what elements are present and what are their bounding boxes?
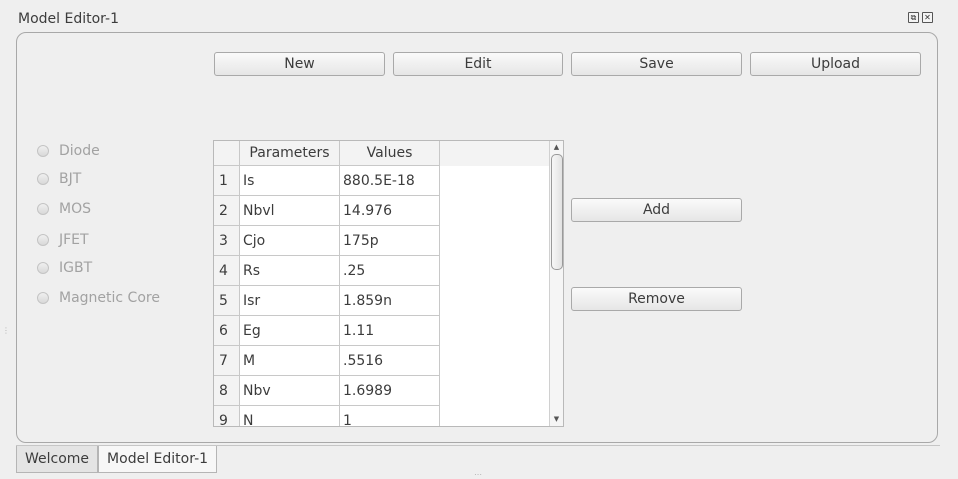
- radio-label: JFET: [59, 232, 89, 248]
- radio-magnetic-core[interactable]: Magnetic Core: [37, 290, 160, 306]
- radio-mos[interactable]: MOS: [37, 201, 91, 217]
- radio-label: IGBT: [59, 260, 93, 276]
- table-vertical-scrollbar[interactable]: ▲ ▼: [549, 141, 563, 426]
- table-row[interactable]: 5 Isr 1.859n: [214, 286, 440, 316]
- table-row[interactable]: 8 Nbv 1.6989: [214, 376, 440, 406]
- parameter-cell[interactable]: Isr: [240, 286, 340, 316]
- radio-label: MOS: [59, 201, 91, 217]
- tab-model-editor[interactable]: Model Editor-1: [98, 446, 218, 473]
- row-number: 9: [214, 406, 240, 426]
- table-row[interactable]: 3 Cjo 175p: [214, 226, 440, 256]
- radio-igbt[interactable]: IGBT: [37, 260, 92, 276]
- value-cell[interactable]: 1.11: [340, 316, 440, 346]
- row-number: 5: [214, 286, 240, 316]
- table-row[interactable]: 1 Is 880.5E-18: [214, 166, 440, 196]
- table-row[interactable]: 6 Eg 1.11: [214, 316, 440, 346]
- parameter-cell[interactable]: Cjo: [240, 226, 340, 256]
- parameter-cell[interactable]: Is: [240, 166, 340, 196]
- edit-button[interactable]: Edit: [393, 52, 563, 76]
- parameter-cell[interactable]: Rs: [240, 256, 340, 286]
- save-button[interactable]: Save: [571, 52, 742, 76]
- row-number: 1: [214, 166, 240, 196]
- parameter-cell[interactable]: Nbv: [240, 376, 340, 406]
- tab-bar: Welcome Model Editor-1: [16, 446, 218, 473]
- radio-label: Magnetic Core: [59, 290, 160, 306]
- table-row[interactable]: 7 M .5516: [214, 346, 440, 376]
- close-icon[interactable]: ✕: [922, 12, 933, 23]
- scroll-down-icon[interactable]: ▼: [551, 414, 562, 425]
- parameters-table[interactable]: Parameters Values 1 Is 880.5E-18 2 Nbvl …: [213, 140, 564, 427]
- value-cell[interactable]: 1.859n: [340, 286, 440, 316]
- row-number: 6: [214, 316, 240, 346]
- remove-button[interactable]: Remove: [571, 287, 742, 311]
- upload-button[interactable]: Upload: [750, 52, 921, 76]
- add-button[interactable]: Add: [571, 198, 742, 222]
- parameter-cell[interactable]: M: [240, 346, 340, 376]
- parameter-cell[interactable]: Nbvl: [240, 196, 340, 226]
- radio-indicator[interactable]: [37, 234, 49, 246]
- table-row[interactable]: 9 N 1: [214, 406, 440, 426]
- row-number: 2: [214, 196, 240, 226]
- value-cell[interactable]: 1.6989: [340, 376, 440, 406]
- new-button[interactable]: New: [214, 52, 385, 76]
- window-title: Model Editor-1: [18, 11, 119, 27]
- parameter-cell[interactable]: Eg: [240, 316, 340, 346]
- row-number-header: [214, 141, 240, 166]
- radio-label: BJT: [59, 171, 82, 187]
- parameter-cell[interactable]: N: [240, 406, 340, 426]
- table-header: Parameters Values: [214, 141, 550, 166]
- values-column-header[interactable]: Values: [340, 141, 440, 166]
- tab-welcome[interactable]: Welcome: [16, 446, 99, 473]
- table-row[interactable]: 4 Rs .25: [214, 256, 440, 286]
- value-cell[interactable]: .25: [340, 256, 440, 286]
- radio-label: Diode: [59, 143, 100, 159]
- radio-jfet[interactable]: JFET: [37, 232, 89, 248]
- value-cell[interactable]: 175p: [340, 226, 440, 256]
- radio-indicator[interactable]: [37, 203, 49, 215]
- radio-indicator[interactable]: [37, 173, 49, 185]
- value-cell[interactable]: 1: [340, 406, 440, 426]
- row-number: 7: [214, 346, 240, 376]
- value-cell[interactable]: 14.976: [340, 196, 440, 226]
- radio-indicator[interactable]: [37, 292, 49, 304]
- radio-indicator[interactable]: [37, 145, 49, 157]
- table-row[interactable]: 2 Nbvl 14.976: [214, 196, 440, 226]
- parameters-column-header[interactable]: Parameters: [240, 141, 340, 166]
- row-number: 3: [214, 226, 240, 256]
- radio-diode[interactable]: Diode: [37, 143, 100, 159]
- radio-bjt[interactable]: BJT: [37, 171, 81, 187]
- resize-grip-icon[interactable]: ⋮: [2, 326, 10, 335]
- window-controls: ⧉ ✕: [908, 12, 933, 23]
- radio-indicator[interactable]: [37, 262, 49, 274]
- value-cell[interactable]: 880.5E-18: [340, 166, 440, 196]
- row-number: 8: [214, 376, 240, 406]
- resize-grip-bottom-icon[interactable]: ⋯: [474, 470, 482, 479]
- value-cell[interactable]: .5516: [340, 346, 440, 376]
- scrollbar-thumb[interactable]: [551, 154, 563, 270]
- scroll-up-icon[interactable]: ▲: [551, 142, 562, 153]
- float-icon[interactable]: ⧉: [908, 12, 919, 23]
- row-number: 4: [214, 256, 240, 286]
